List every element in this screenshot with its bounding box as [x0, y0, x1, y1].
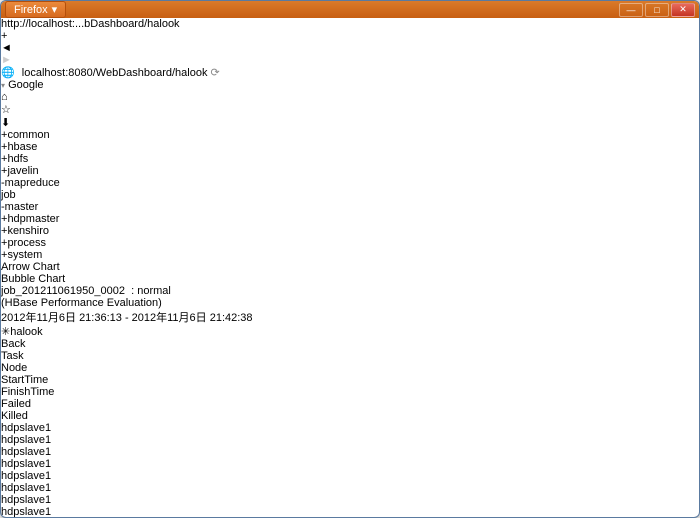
gantt-row: hdpslave1: [1, 482, 699, 494]
browser-window: Firefox▾ — □ ✕ http://localhost:...bDash…: [0, 0, 700, 518]
tree-item-label: process: [7, 237, 46, 249]
tree-item-hdpmaster[interactable]: +hdpmaster: [1, 213, 699, 225]
tree-item-system[interactable]: +system: [1, 249, 699, 261]
gear-icon: ✳: [1, 326, 10, 338]
chart-card: Arrow Chart Bubble Chart job_20121106195…: [1, 261, 699, 518]
reload-icon[interactable]: ⟳: [211, 67, 220, 79]
new-tab-button[interactable]: +: [1, 30, 699, 42]
tree-item-javelin[interactable]: +javelin: [1, 165, 699, 177]
downloads-icon[interactable]: ⬇: [1, 116, 699, 129]
node-button[interactable]: Node: [1, 362, 699, 374]
halook-logo: ✳halook: [1, 325, 699, 338]
gantt-row: hdpslave1: [1, 494, 699, 506]
tree-item-label: kenshiro: [7, 225, 49, 237]
back-button[interactable]: Back: [1, 338, 699, 350]
job-info: job_201211061950_0002 : normal (HBase Pe…: [1, 285, 699, 338]
gantt-row-label: hdpslave1: [1, 482, 699, 494]
home-icon[interactable]: ⌂: [1, 91, 699, 103]
forward-button[interactable]: ►: [1, 54, 699, 66]
tree-item-label: common: [7, 129, 49, 141]
tree-item-label: master: [5, 201, 39, 213]
url-bar[interactable]: 🌐 localhost:8080/WebDashboard/halook ⟳: [1, 66, 699, 79]
chart-body: job_201211061950_0002 : normal (HBase Pe…: [1, 285, 699, 518]
globe-icon: 🌐: [1, 67, 15, 79]
firefox-menu-button[interactable]: Firefox▾: [5, 1, 66, 18]
tree-item-label: hdfs: [7, 153, 28, 165]
search-box[interactable]: ▾ Google: [1, 79, 699, 91]
button-row: BackTaskNodeStartTimeFinishTimeFailedKil…: [1, 338, 699, 422]
job-time: 2012年11月6日 21:36:13 - 2012年11月6日 21:42:3…: [1, 309, 699, 325]
nav-bar: ◄ ► 🌐 localhost:8080/WebDashboard/halook…: [1, 42, 699, 129]
gantt-row-label: hdpslave1: [1, 422, 699, 434]
gantt-row-label: hdpslave1: [1, 446, 699, 458]
tree-item-label: hdpmaster: [7, 213, 59, 225]
tree-item-master[interactable]: -master: [1, 201, 699, 213]
tree-item-job[interactable]: job: [1, 189, 699, 201]
failed-button[interactable]: Failed: [1, 398, 699, 410]
gantt-chart[interactable]: hdpslave1hdpslave1hdpslave1hdpslave1hdps…: [1, 422, 699, 518]
tree-item-label: mapreduce: [5, 177, 60, 189]
page-content: +common+hbase+hdfs+javelin-mapreducejob-…: [1, 129, 699, 518]
starttime-button[interactable]: StartTime: [1, 374, 699, 386]
finishtime-button[interactable]: FinishTime: [1, 386, 699, 398]
gantt-row: hdpslave1: [1, 446, 699, 458]
tab-bubble-chart[interactable]: Bubble Chart: [1, 273, 699, 285]
tree-item-hbase[interactable]: +hbase: [1, 141, 699, 153]
tree-item-label: job: [1, 189, 16, 201]
tab-arrow-chart[interactable]: Arrow Chart: [1, 261, 699, 273]
gantt-row-label: hdpslave1: [1, 434, 699, 446]
gantt-row: hdpslave1: [1, 422, 699, 434]
tree-item-process[interactable]: +process: [1, 237, 699, 249]
tree-sidebar[interactable]: +common+hbase+hdfs+javelin-mapreducejob-…: [1, 129, 699, 261]
firefox-titlebar: Firefox▾ — □ ✕: [1, 1, 699, 18]
job-subtitle: (HBase Performance Evaluation): [1, 297, 699, 309]
gantt-row: hdpslave1: [1, 506, 699, 518]
bookmark-icon[interactable]: ☆: [1, 103, 699, 116]
tree-item-kenshiro[interactable]: +kenshiro: [1, 225, 699, 237]
minimize-button[interactable]: —: [619, 3, 643, 17]
close-button[interactable]: ✕: [671, 3, 695, 17]
gantt-row-label: hdpslave1: [1, 458, 699, 470]
task-button[interactable]: Task: [1, 350, 699, 362]
maximize-button[interactable]: □: [645, 3, 669, 17]
chevron-down-icon: ▾: [52, 3, 58, 16]
browser-tab[interactable]: http://localhost:...bDashboard/halook: [1, 18, 699, 30]
gantt-row: hdpslave1: [1, 458, 699, 470]
gantt-row: hdpslave1: [1, 470, 699, 482]
tree-item-mapreduce[interactable]: -mapreduce: [1, 177, 699, 189]
gantt-row-label: hdpslave1: [1, 506, 699, 518]
tree-item-label: hbase: [7, 141, 37, 153]
job-title: job_201211061950_0002 : normal: [1, 285, 699, 297]
back-button[interactable]: ◄: [1, 42, 699, 54]
tree-item-common[interactable]: +common: [1, 129, 699, 141]
gantt-row-label: hdpslave1: [1, 494, 699, 506]
chart-tabs: Arrow Chart Bubble Chart: [1, 261, 699, 285]
dropdown-icon[interactable]: ▾: [1, 81, 5, 90]
browser-tab-bar: http://localhost:...bDashboard/halook +: [1, 18, 699, 42]
main-panel: Arrow Chart Bubble Chart job_20121106195…: [1, 261, 699, 518]
gantt-row: hdpslave1: [1, 434, 699, 446]
tree-item-label: javelin: [7, 165, 38, 177]
tree-item-hdfs[interactable]: +hdfs: [1, 153, 699, 165]
window-controls: — □ ✕: [619, 3, 695, 17]
tree-item-label: system: [7, 249, 42, 261]
killed-button[interactable]: Killed: [1, 410, 699, 422]
gantt-row-label: hdpslave1: [1, 470, 699, 482]
